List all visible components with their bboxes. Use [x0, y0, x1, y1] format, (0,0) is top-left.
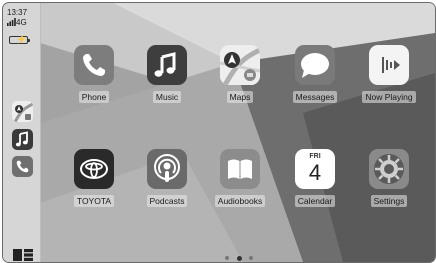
page-dot-current — [237, 255, 242, 261]
sidebar-maps-button[interactable] — [12, 101, 33, 122]
app-label: TOYOTA — [73, 195, 115, 207]
music-note-icon — [147, 45, 187, 85]
app-calendar[interactable]: FRI 4 Calendar — [275, 149, 355, 209]
music-note-icon — [15, 131, 28, 147]
calendar-day-name: FRI — [309, 153, 321, 160]
sidebar: 13:37 4G ⚡ — [3, 3, 41, 262]
dashboard-button[interactable] — [13, 248, 33, 261]
app-label: Messages — [292, 91, 338, 103]
app-label: Music — [152, 91, 182, 103]
toyota-logo-icon — [74, 149, 114, 189]
phone-icon — [16, 160, 29, 173]
speech-bubble-icon — [295, 45, 335, 85]
charging-bolt-icon: ⚡ — [16, 35, 26, 44]
app-maps[interactable]: Maps — [200, 45, 280, 105]
network-type: 4G — [16, 18, 27, 27]
maps-icon — [12, 101, 33, 122]
app-podcasts[interactable]: Podcasts — [127, 149, 207, 209]
app-label: Calendar — [294, 195, 336, 207]
cellular-status: 4G — [7, 18, 27, 27]
carplay-screen: 13:37 4G ⚡ Phone Music Maps Messages Now… — [2, 2, 436, 263]
dashboard-icon — [13, 249, 33, 261]
app-settings[interactable]: Settings — [349, 149, 429, 209]
page-dot — [225, 256, 229, 260]
page-indicator[interactable] — [221, 255, 261, 262]
app-label: Maps — [226, 91, 254, 103]
app-now-playing[interactable]: Now Playing — [349, 45, 429, 105]
maps-icon — [220, 45, 260, 85]
app-messages[interactable]: Messages — [275, 45, 355, 105]
calendar-icon: FRI 4 — [295, 149, 335, 189]
sidebar-music-button[interactable] — [12, 129, 33, 150]
app-label: Podcasts — [146, 195, 188, 207]
podcasts-icon — [147, 149, 187, 189]
app-audiobooks[interactable]: Audiobooks — [200, 149, 280, 209]
app-label: Phone — [78, 91, 110, 103]
status-time: 13:37 — [7, 8, 28, 17]
book-icon — [220, 149, 260, 189]
app-label: Now Playing — [362, 91, 416, 103]
wallpaper — [3, 3, 435, 262]
page-dot — [249, 256, 253, 260]
now-playing-icon — [369, 45, 409, 85]
app-label: Settings — [370, 195, 408, 207]
app-label: Audiobooks — [214, 195, 266, 207]
battery-icon: ⚡ — [9, 35, 30, 44]
app-phone[interactable]: Phone — [54, 45, 134, 105]
calendar-day-number: 4 — [308, 160, 322, 185]
app-music[interactable]: Music — [127, 45, 207, 105]
signal-bars-icon — [7, 18, 16, 26]
phone-icon — [74, 45, 114, 85]
sidebar-phone-button[interactable] — [12, 156, 33, 177]
gear-icon — [369, 149, 409, 189]
app-toyota[interactable]: TOYOTA — [54, 149, 134, 209]
